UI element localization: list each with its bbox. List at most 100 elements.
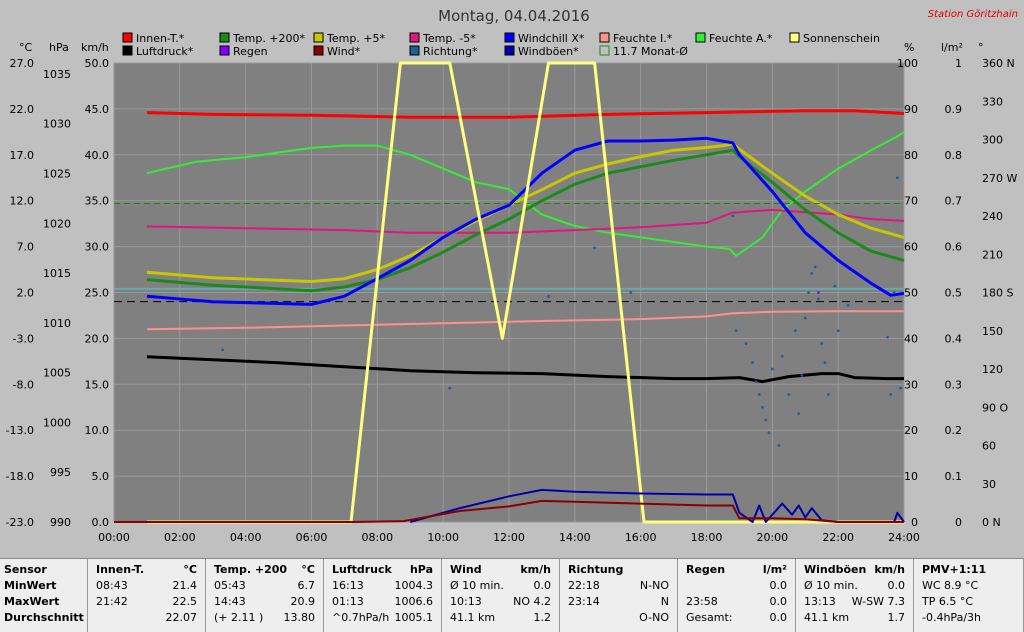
stats-column-title: Luftdruck bbox=[332, 563, 392, 576]
pressure-tick-label: 995 bbox=[50, 466, 71, 479]
legend-swatch bbox=[504, 45, 515, 56]
direction-tick-label: 60 bbox=[982, 440, 996, 453]
stats-value: O-NO bbox=[639, 611, 669, 624]
stats-time: TP 6.5 °C bbox=[922, 595, 974, 608]
legend-swatch bbox=[789, 32, 800, 43]
rain-tick-label: 0.1 bbox=[945, 470, 963, 483]
pressure-tick-label: 990 bbox=[50, 516, 71, 529]
stats-value: 21.4 bbox=[172, 579, 198, 592]
stats-time: 10:13 bbox=[450, 595, 482, 608]
stats-row-label: Durchschnitt bbox=[4, 611, 84, 624]
stats-column: Regen l/m² 0.0 23:58 0.0 Gesamt: 0.0 bbox=[678, 559, 796, 632]
speed-tick-label: 20.0 bbox=[85, 332, 110, 345]
percent-tick-label: 70 bbox=[904, 195, 918, 208]
speed-tick-label: 40.0 bbox=[85, 149, 110, 162]
stats-value: 6.7 bbox=[297, 579, 316, 592]
temp-tick-label: -23.0 bbox=[6, 516, 34, 529]
pressure-tick-label: 1020 bbox=[43, 217, 71, 230]
series-richtung-point bbox=[629, 291, 633, 294]
legend-swatch bbox=[599, 32, 610, 43]
stats-value: 1005.1 bbox=[394, 611, 434, 624]
stats-value: 1.7 bbox=[887, 611, 906, 624]
speed-tick-label: 10.0 bbox=[85, 424, 110, 437]
series-richtung-point bbox=[751, 361, 754, 365]
temp-tick-label: 2.0 bbox=[17, 287, 35, 300]
stats-time: 01:13 bbox=[332, 595, 364, 608]
temp-tick-label: 17.0 bbox=[10, 149, 35, 162]
stats-value: 1006.6 bbox=[394, 595, 434, 608]
series-richtung-point bbox=[744, 342, 748, 345]
rain-tick-label: 0.4 bbox=[945, 332, 963, 345]
stats-value: NO 4.2 bbox=[513, 595, 551, 608]
series-richtung-point bbox=[800, 373, 804, 377]
rain-tick-label: 0.5 bbox=[945, 287, 963, 300]
legend-label: Luftdruck* bbox=[136, 45, 194, 58]
series-richtung-point bbox=[803, 316, 807, 320]
legend-swatch bbox=[313, 45, 324, 56]
legend-label: Temp. -5* bbox=[422, 32, 476, 45]
series-richtung-point bbox=[820, 342, 824, 345]
series-richtung-point bbox=[764, 418, 768, 422]
stats-value: 1004.3 bbox=[394, 579, 434, 592]
pressure-tick-label: 1035 bbox=[43, 68, 71, 81]
series-richtung-point bbox=[777, 444, 781, 447]
legend-label: Feuchte I.* bbox=[613, 32, 673, 45]
temp-unit-label: °C bbox=[19, 41, 33, 54]
series-richtung-point bbox=[886, 335, 889, 339]
temp-tick-label: 22.0 bbox=[10, 103, 35, 116]
direction-tick-label: 120 bbox=[982, 363, 1003, 376]
percent-tick-label: 10 bbox=[904, 470, 918, 483]
legend-swatch bbox=[122, 45, 133, 56]
stats-column-unit: km/h bbox=[874, 563, 905, 576]
stats-column-unit: °C bbox=[301, 563, 315, 576]
weather-chart: Montag, 04.04.2016 Station Göritzhain In… bbox=[6, 7, 1018, 544]
chart-title: Montag, 04.04.2016 bbox=[438, 7, 590, 25]
stats-time: Gesamt: bbox=[686, 611, 733, 624]
stats-column: PMV+1:11 WC 8.9 °C TP 6.5 °C -0.4hPa/3h bbox=[914, 559, 1024, 632]
legend-label: Feuchte A.* bbox=[709, 32, 773, 45]
speed-tick-label: 15.0 bbox=[85, 378, 110, 391]
series-richtung-point bbox=[807, 291, 810, 294]
stats-time: 41.1 km bbox=[450, 611, 496, 624]
temp-tick-label: 12.0 bbox=[10, 195, 35, 208]
series-richtung-point bbox=[793, 329, 797, 333]
stats-value: 0.0 bbox=[887, 579, 906, 592]
stats-column: Richtung 22:18 N-NO 23:14 N O-NO bbox=[560, 559, 678, 632]
speed-unit-label: km/h bbox=[81, 41, 109, 54]
speed-tick-label: 45.0 bbox=[85, 103, 110, 116]
percent-tick-label: 50 bbox=[904, 287, 918, 300]
direction-tick-label: 30 bbox=[982, 478, 996, 491]
speed-tick-label: 30.0 bbox=[85, 241, 110, 254]
stats-value: 1.2 bbox=[533, 611, 552, 624]
stats-row-label: MinWert bbox=[4, 579, 57, 592]
percent-tick-label: 100 bbox=[897, 57, 918, 70]
temp-tick-label: -13.0 bbox=[6, 424, 34, 437]
legend-label: Richtung* bbox=[423, 45, 478, 58]
direction-tick-label: 210 bbox=[982, 248, 1003, 261]
stats-column: Luftdruck hPa 16:13 1004.3 01:13 1006.6 ^0.7hP… bbox=[324, 559, 442, 632]
pressure-tick-label: 1025 bbox=[43, 168, 71, 181]
direction-tick-label: 150 bbox=[982, 325, 1003, 338]
stats-row-labels: Sensor MinWert MaxWert Durchschnitt bbox=[0, 559, 88, 632]
percent-tick-label: 60 bbox=[904, 241, 918, 254]
legend-swatch bbox=[219, 45, 230, 56]
percent-tick-label: 0 bbox=[911, 516, 918, 529]
series-richtung-point bbox=[221, 348, 225, 352]
percent-tick-label: 90 bbox=[904, 103, 918, 116]
direction-tick-label: 0 N bbox=[982, 516, 1001, 529]
legend-swatch bbox=[695, 32, 706, 43]
series-richtung-point bbox=[889, 393, 893, 396]
direction-tick-label: 330 bbox=[982, 95, 1003, 108]
speed-tick-label: 5.0 bbox=[92, 470, 110, 483]
rain-tick-label: 0.9 bbox=[945, 103, 963, 116]
stats-time: Ø 10 min. bbox=[804, 579, 858, 592]
series-richtung-point bbox=[810, 271, 814, 275]
stats-time: 05:43 bbox=[214, 579, 246, 592]
stats-value: 22.5 bbox=[172, 595, 198, 608]
pressure-tick-label: 1030 bbox=[43, 118, 71, 131]
pressure-tick-label: 1005 bbox=[43, 367, 71, 380]
percent-unit-label: % bbox=[904, 41, 914, 54]
x-tick-label: 00:00 bbox=[98, 531, 130, 544]
legend-label: Wind* bbox=[327, 45, 361, 58]
stats-value: N bbox=[660, 595, 669, 608]
